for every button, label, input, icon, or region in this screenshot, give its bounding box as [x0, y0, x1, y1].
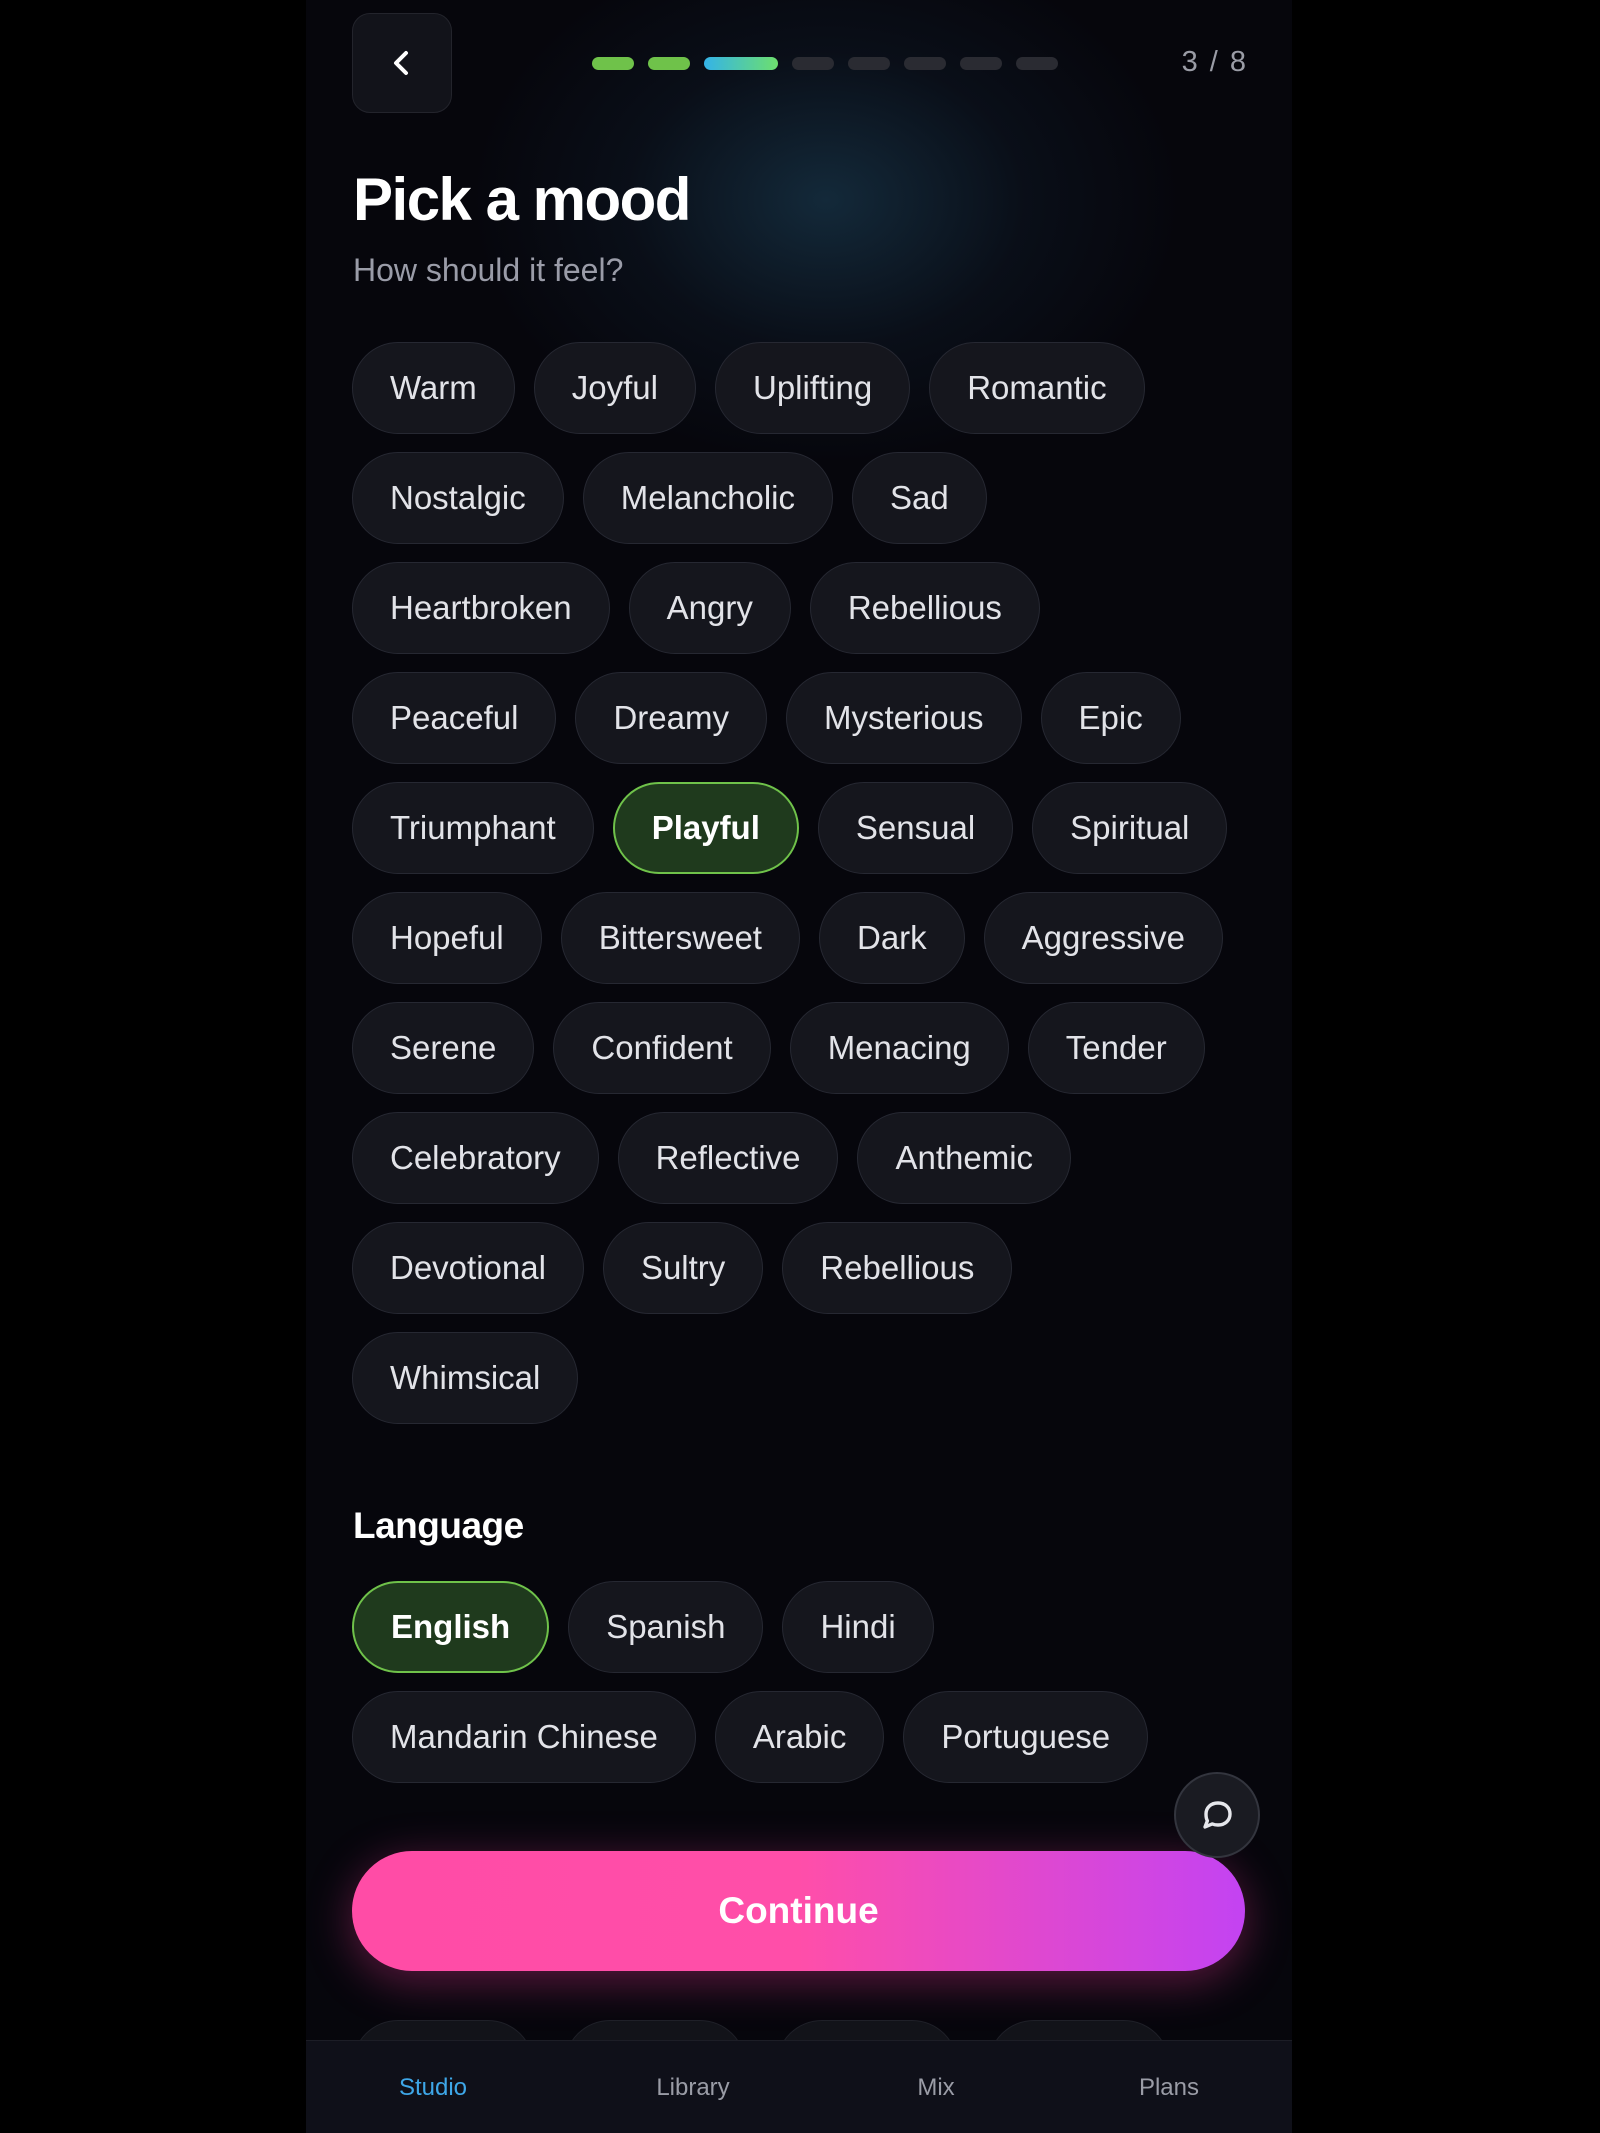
mood-chip[interactable]: Spiritual [1032, 782, 1228, 874]
mood-chip[interactable]: Dreamy [575, 672, 767, 764]
mood-chip[interactable]: Rebellious [809, 562, 1040, 654]
mood-chip[interactable]: Peaceful [352, 672, 557, 764]
progress-segment [792, 57, 834, 70]
mood-chip[interactable]: Epic [1040, 672, 1181, 764]
mood-chip[interactable]: Romantic [929, 342, 1145, 434]
mood-chip[interactable]: Angry [628, 562, 791, 654]
mood-chip[interactable]: Dark [818, 892, 965, 984]
mood-chip[interactable]: Menacing [789, 1002, 1009, 1094]
language-section-title: Language [353, 1505, 524, 1546]
nav-plans[interactable]: Plans [1089, 2041, 1249, 2133]
progress-segment [648, 57, 690, 70]
mood-chip[interactable]: Warm [352, 342, 515, 434]
mood-chip[interactable]: Tender [1027, 1002, 1205, 1094]
mood-chip[interactable]: Joyful [533, 342, 696, 434]
mood-chip-list: Warm Joyful Uplifting Romantic Nostalgic Mela… [352, 342, 1252, 1424]
chat-button[interactable] [1174, 1772, 1260, 1858]
bottom-nav: Studio Library Mix Plans [306, 2040, 1292, 2133]
progress-segment [592, 57, 634, 70]
continue-button[interactable]: Continue [352, 1851, 1245, 1971]
progress-indicator [592, 57, 1058, 70]
mood-chip[interactable]: Whimsical [352, 1332, 579, 1424]
mood-chip[interactable]: Devotional [352, 1222, 584, 1314]
page-subtitle: How should it feel? [353, 252, 624, 288]
mood-chip[interactable]: Aggressive [983, 892, 1223, 984]
mood-chip[interactable]: Serene [352, 1002, 535, 1094]
chevron-left-icon [394, 51, 408, 75]
progress-segment [960, 57, 1002, 70]
mood-chip[interactable]: Mysterious [785, 672, 1022, 764]
nav-studio[interactable]: Studio [353, 2041, 513, 2133]
header: 3 / 8 [306, 0, 1292, 130]
mood-chip[interactable]: Playful [612, 782, 799, 874]
mood-chip[interactable]: Celebratory [352, 1112, 599, 1204]
language-chip[interactable]: Mandarin Chinese [352, 1691, 696, 1783]
progress-segment [704, 57, 778, 70]
language-chip[interactable]: English [352, 1581, 550, 1673]
progress-segment [1016, 57, 1058, 70]
step-count: 3 / 8 [1181, 46, 1248, 78]
mood-chip[interactable]: Confident [553, 1002, 771, 1094]
mood-chip[interactable]: Heartbroken [352, 562, 610, 654]
nav-mix[interactable]: Mix [856, 2041, 1016, 2133]
back-button[interactable] [352, 13, 452, 113]
nav-library[interactable]: Library [613, 2041, 773, 2133]
language-chip[interactable]: Portuguese [903, 1691, 1149, 1783]
mood-chip[interactable]: Reflective [617, 1112, 839, 1204]
language-chip[interactable]: Spanish [568, 1581, 764, 1673]
mood-chip[interactable]: Melancholic [582, 452, 833, 544]
mood-chip[interactable]: Sultry [602, 1222, 764, 1314]
page-title: Pick a mood [353, 166, 691, 233]
language-chip-list: English Spanish Hindi Mandarin Chinese Arabi… [352, 1581, 1252, 1783]
progress-segment [848, 57, 890, 70]
mood-chip[interactable]: Hopeful [352, 892, 542, 984]
language-chip[interactable]: Arabic [714, 1691, 885, 1783]
mood-chip[interactable]: Sensual [817, 782, 1014, 874]
mood-chip[interactable]: Bittersweet [560, 892, 800, 984]
progress-segment [904, 57, 946, 70]
mood-chip[interactable]: Triumphant [352, 782, 594, 874]
language-chip[interactable]: Hindi [782, 1581, 934, 1673]
app-screen: 3 / 8 Pick a mood How should it feel? Wa… [306, 0, 1292, 2133]
mood-chip[interactable]: Sad [851, 452, 987, 544]
chat-bubble-icon [1203, 1801, 1232, 1829]
mood-chip[interactable]: Rebellious [782, 1222, 1013, 1314]
mood-chip[interactable]: Uplifting [714, 342, 911, 434]
mood-chip[interactable]: Anthemic [857, 1112, 1072, 1204]
mood-chip[interactable]: Nostalgic [352, 452, 564, 544]
